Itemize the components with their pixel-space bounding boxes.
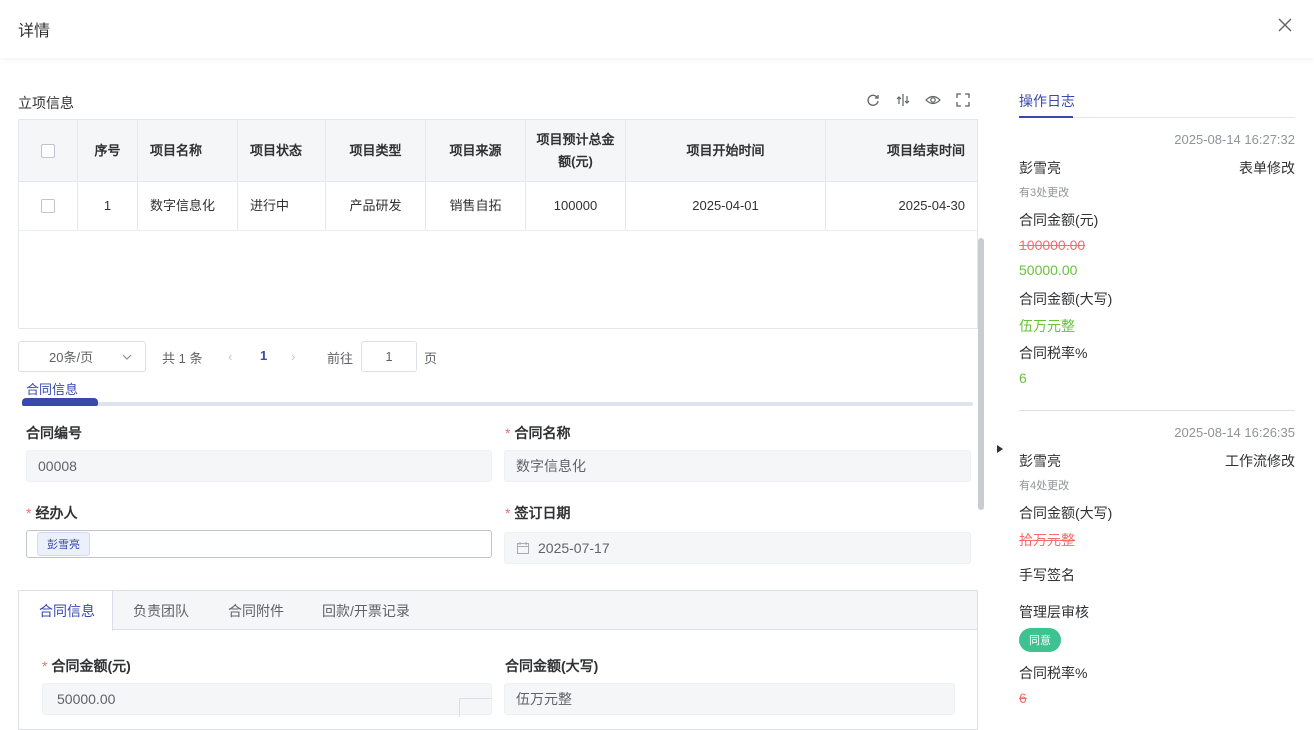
page-unit-label: 页	[424, 351, 438, 366]
log-field: 合同金额(元)	[1019, 212, 1099, 228]
sign-date-value: 2025-07-17	[538, 540, 610, 556]
prev-page-icon[interactable]: ‹	[228, 349, 232, 364]
log-field: 合同税率%	[1019, 345, 1088, 361]
table-toolbar	[864, 91, 972, 109]
log-field: 合同金额(大写)	[1019, 291, 1113, 307]
log-user: 彭雪亮	[1019, 160, 1061, 176]
column-header[interactable]: 项目来源	[426, 120, 526, 181]
handler-field[interactable]: 彭雪亮	[26, 530, 492, 558]
contract-name-label: * 合同名称	[505, 425, 571, 441]
close-icon[interactable]	[1276, 16, 1294, 34]
contract-no-label: 合同编号	[26, 425, 82, 441]
column-header[interactable]: 项目类型	[326, 120, 426, 181]
dialog-title: 详情	[18, 23, 51, 40]
section-progress-thumb	[22, 398, 98, 406]
amount-stepper[interactable]	[459, 698, 492, 717]
cell-index: 1	[78, 182, 138, 230]
amount-upper-field[interactable]: 伍万元整	[504, 683, 955, 715]
dialog-header: 详情	[0, 0, 1314, 58]
tab-attachments[interactable]: 合同附件	[228, 591, 284, 630]
cell-end: 2025-04-30	[898, 198, 966, 213]
next-page-icon[interactable]: ›	[291, 349, 295, 364]
page-size-label: 20条/页	[49, 350, 94, 365]
column-header[interactable]: 项目结束时间	[826, 120, 977, 181]
log-field: 合同税率%	[1019, 665, 1088, 681]
total-count: 共 1 条	[162, 351, 203, 366]
caret-right-icon[interactable]	[995, 443, 1005, 455]
tab-operation-log[interactable]: 操作日志	[1019, 91, 1075, 111]
cell-type: 产品研发	[326, 182, 426, 230]
select-all-cell	[19, 120, 78, 181]
amount-upper-label: 合同金额(大写)	[505, 658, 599, 674]
log-user: 彭雪亮	[1019, 453, 1061, 469]
page-number[interactable]: 1	[260, 348, 267, 363]
vertical-scrollbar[interactable]	[978, 238, 984, 510]
column-header[interactable]: 序号	[78, 120, 138, 181]
tab-payment-records[interactable]: 回款/开票记录	[322, 591, 410, 630]
log-old-value: 拾万元整	[1019, 532, 1075, 548]
row-checkbox[interactable]	[41, 199, 55, 213]
eye-icon[interactable]	[924, 91, 942, 109]
sign-date-label: * 签订日期	[505, 505, 571, 521]
log-old-value: 6	[1019, 690, 1027, 706]
log-time: 2025-08-14 16:26:35	[1174, 425, 1295, 440]
log-time: 2025-08-14 16:27:32	[1174, 132, 1295, 147]
tab-header: 合同信息 负责团队 合同附件 回款/开票记录	[19, 591, 977, 631]
contract-no-field[interactable]: 00008	[26, 450, 492, 482]
log-field: 合同金额(大写)	[1019, 505, 1113, 521]
refresh-icon[interactable]	[864, 91, 882, 109]
log-tab-indicator	[1019, 116, 1073, 118]
cell-amount: 100000	[526, 182, 626, 230]
column-header[interactable]: 项目开始时间	[626, 120, 826, 181]
column-header[interactable]: 项目状态	[238, 120, 326, 181]
approval-badge: 同意	[1019, 628, 1061, 652]
section-progress-track	[22, 402, 973, 406]
log-old-value: 100000.00	[1019, 237, 1086, 253]
table-header: 序号 项目名称 项目状态 项目类型 项目来源 项目预计总金额(元) 项目开始时间…	[19, 120, 977, 182]
page-size-select[interactable]: 20条/页	[18, 341, 146, 372]
log-divider	[1019, 410, 1295, 411]
chevron-down-icon	[122, 354, 132, 360]
tab-contract-info[interactable]: 合同信息	[19, 591, 113, 631]
column-height-icon[interactable]	[894, 91, 912, 109]
contract-section-tab[interactable]: 合同信息	[26, 379, 78, 398]
row-select-cell	[19, 182, 78, 230]
tab-team[interactable]: 负责团队	[133, 591, 189, 630]
contract-name-field[interactable]: 数字信息化	[504, 450, 971, 482]
project-section-title: 立项信息	[18, 95, 74, 111]
log-new-value: 伍万元整	[1019, 318, 1075, 334]
log-change-count: 有4处更改	[1019, 480, 1070, 492]
log-change-count: 有3处更改	[1019, 187, 1070, 199]
amount-label: * 合同金额(元)	[42, 658, 131, 674]
log-new-value: 50000.00	[1019, 262, 1078, 278]
log-field: 管理层审核	[1019, 604, 1089, 620]
log-action: 工作流修改	[1225, 453, 1295, 469]
handler-label: * 经办人	[26, 505, 78, 521]
log-new-value: 6	[1019, 370, 1027, 386]
cell-source: 销售自拓	[426, 182, 526, 230]
select-all-checkbox[interactable]	[41, 143, 55, 158]
calendar-icon	[517, 542, 529, 554]
goto-page-input[interactable]	[361, 341, 417, 372]
fullscreen-icon[interactable]	[954, 91, 972, 109]
cell-start: 2025-04-01	[626, 182, 826, 230]
table-row[interactable]: 1 数字信息化 进行中 产品研发 销售自拓 100000 2025-04-01 …	[19, 182, 977, 231]
pagination: 20条/页 共 1 条 ‹ 1 › 前往 页	[18, 341, 518, 372]
goto-label: 前往	[327, 351, 354, 366]
log-action: 表单修改	[1239, 160, 1295, 176]
cell-name: 数字信息化	[138, 182, 238, 230]
project-table: 序号 项目名称 项目状态 项目类型 项目来源 项目预计总金额(元) 项目开始时间…	[18, 119, 978, 329]
log-field: 手写签名	[1019, 567, 1075, 583]
cell-status: 进行中	[238, 182, 326, 230]
sign-date-field[interactable]: 2025-07-17	[504, 532, 971, 564]
column-header[interactable]: 项目预计总金额(元)	[526, 120, 626, 181]
handler-tag: 彭雪亮	[37, 532, 90, 556]
amount-field[interactable]: 50000.00	[42, 683, 492, 715]
column-header[interactable]: 项目名称	[138, 120, 238, 181]
